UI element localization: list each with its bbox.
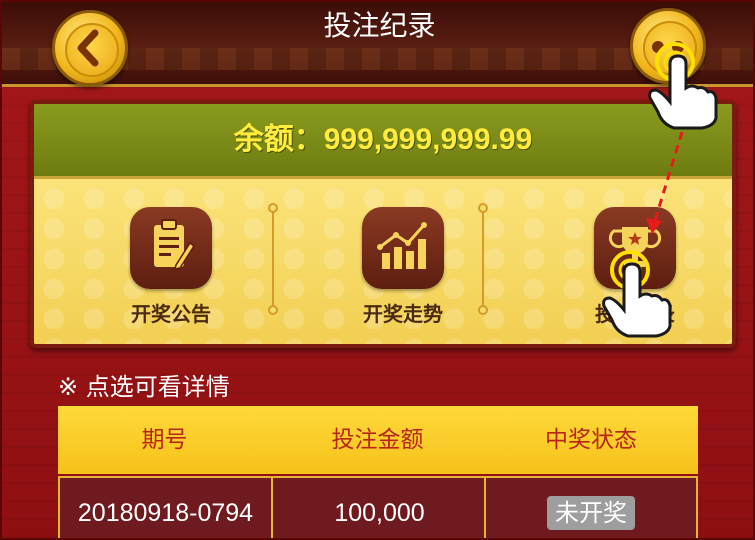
app-frame: 投注纪录 余额：999,999,999.99 开奖公告 开奖走势 ※ 点选可看详… — [0, 0, 755, 540]
dashed-arrow-icon — [646, 131, 684, 234]
tutorial-overlay — [602, 42, 718, 338]
